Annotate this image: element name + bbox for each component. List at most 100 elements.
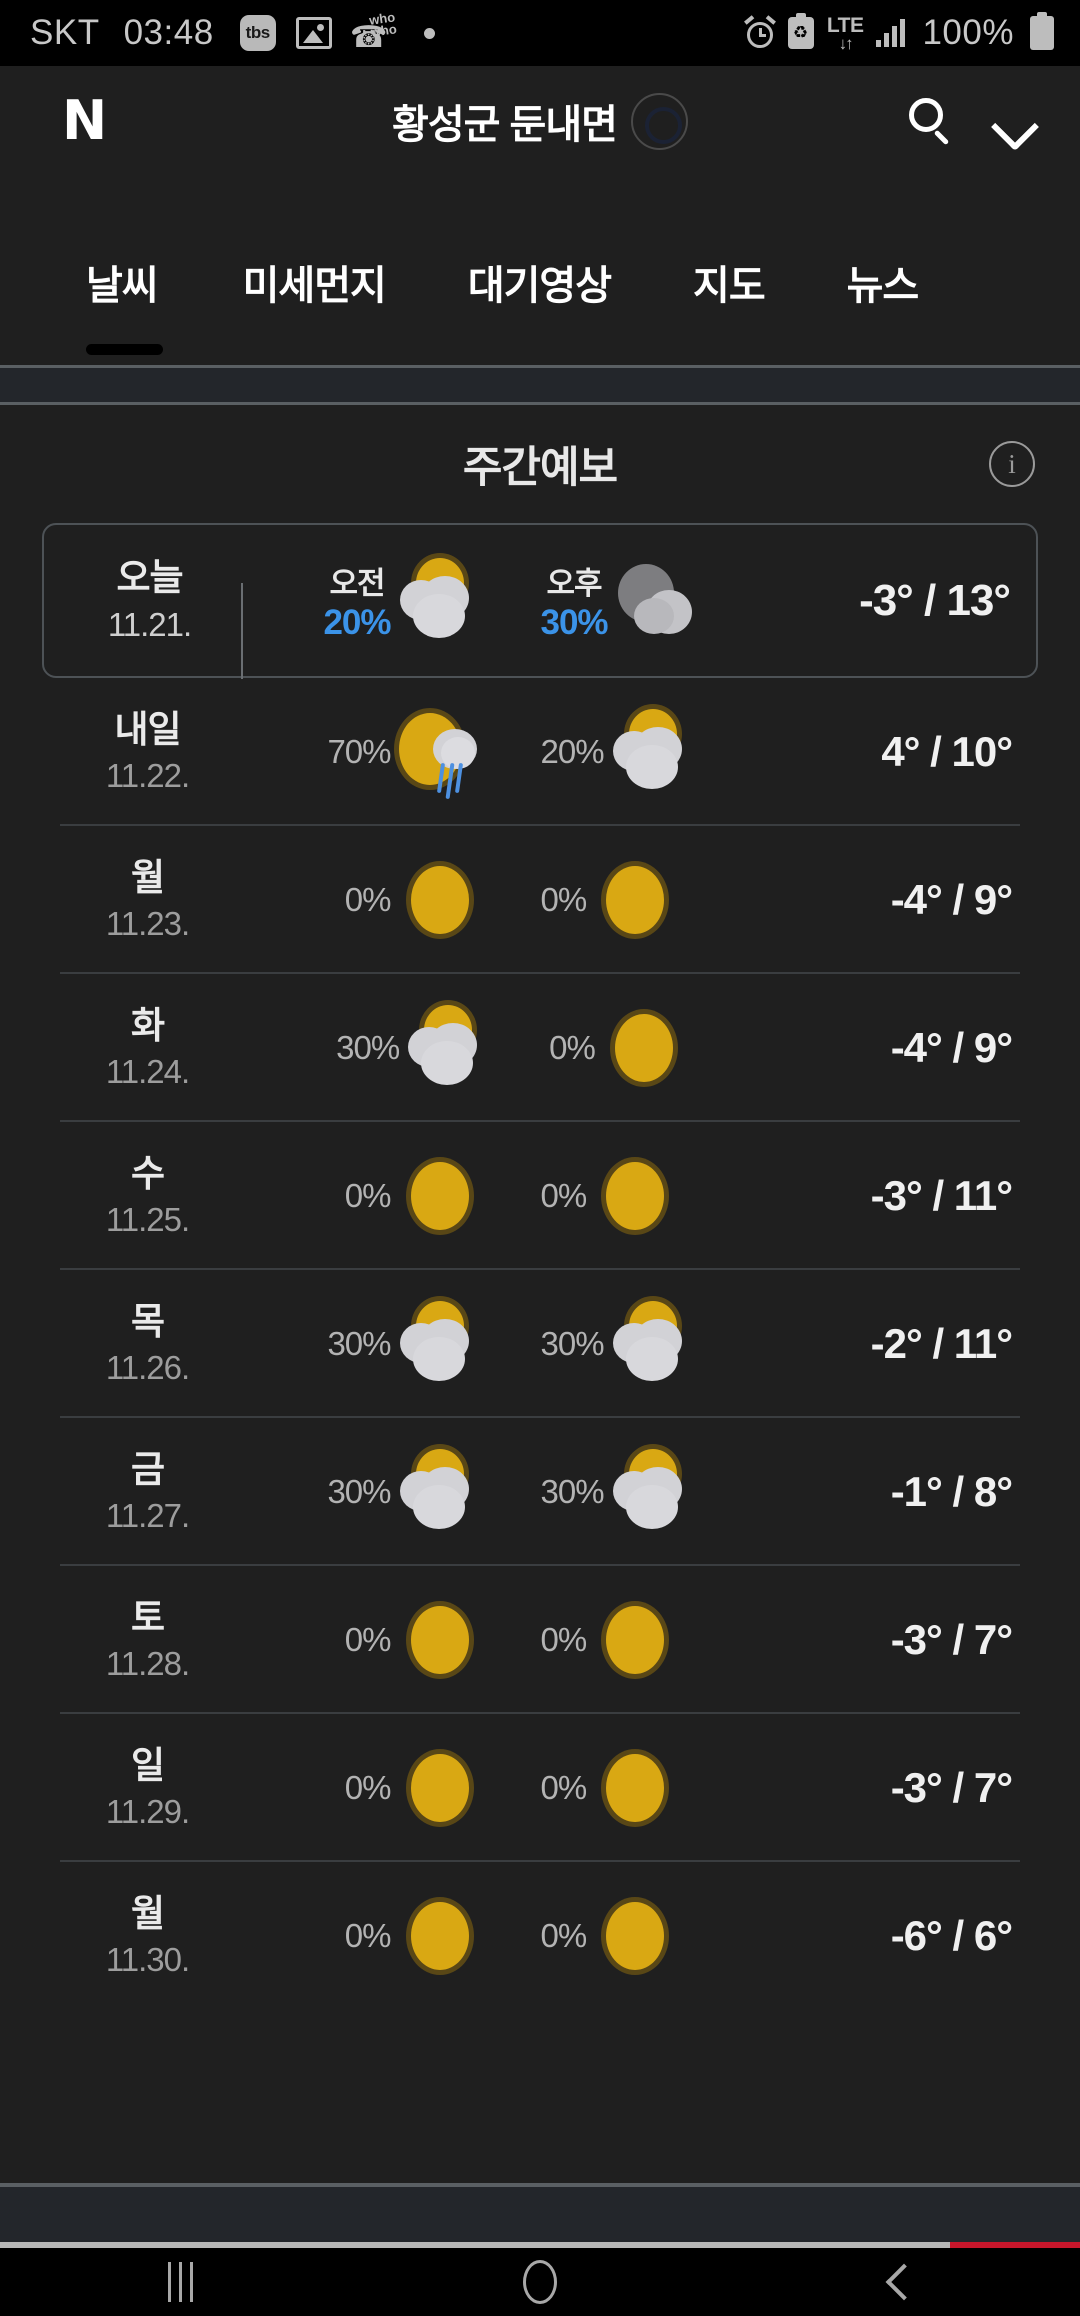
partly-cloudy-icon: [608, 707, 698, 797]
tab-bar: 날씨 미세먼지 대기영상 지도 뉴스: [0, 253, 1080, 363]
battery-icon: [1030, 12, 1054, 50]
day-name: 월: [130, 856, 165, 898]
pm-precipitation: 0%: [540, 1177, 588, 1214]
temperature-range: -2° / 11°: [870, 1320, 1013, 1367]
sunny-icon: [395, 855, 485, 945]
am-precipitation: 0%: [344, 1769, 392, 1806]
weekly-forecast-section: 주간예보 i 오늘 11.21. 오전 20% 오후 30% -3° / 13° 내일 11.2…: [0, 405, 1080, 2105]
temperature-range: -3° / 13°: [859, 575, 1011, 625]
home-icon: [523, 2260, 557, 2304]
day-name: 오늘: [116, 557, 183, 599]
tab-air-imagery[interactable]: 대기영상: [427, 253, 652, 311]
pm-precipitation: 20%: [540, 733, 605, 770]
info-icon[interactable]: i: [989, 441, 1035, 487]
chevron-down-icon[interactable]: [990, 98, 1036, 144]
pm-slot: 20%: [541, 707, 698, 797]
temperature-range: -4° / 9°: [890, 1024, 1013, 1071]
pm-precipitation: 0%: [549, 1029, 596, 1066]
partly-cloudy-icon: [403, 1003, 493, 1093]
signal-icon: [876, 19, 906, 47]
am-precipitation: 70%: [327, 733, 391, 770]
forecast-row[interactable]: 수 11.25. 0% 0% -3° / 11°: [60, 1122, 1020, 1270]
app-header: N 황성군 둔내면: [0, 66, 1080, 176]
search-icon[interactable]: [906, 96, 956, 146]
forecast-conditions-cell: 0% 0%: [235, 855, 790, 945]
pm-slot: 30%: [541, 1299, 698, 1389]
day-date: 11.29.: [105, 1793, 190, 1831]
system-nav-bar: [0, 2248, 1080, 2316]
home-button[interactable]: [480, 2248, 600, 2316]
day-date: 11.25.: [105, 1201, 190, 1239]
forecast-row[interactable]: 화 11.24. 30% 0% -4° / 9°: [60, 974, 1020, 1122]
am-slot: 0%: [345, 1743, 485, 1833]
forecast-conditions-cell: 30% 0%: [235, 1003, 790, 1093]
sunny-icon: [590, 1595, 680, 1685]
day-name: 토: [130, 1596, 165, 1638]
am-slot: 30%: [336, 1003, 493, 1093]
pm-slot: 30%: [541, 1447, 698, 1537]
naver-logo[interactable]: N: [62, 94, 107, 148]
clock-label: 03:48: [123, 13, 214, 52]
day-name: 화: [130, 1004, 165, 1046]
am-slot: 0%: [345, 855, 485, 945]
am-label: 오전: [329, 566, 385, 601]
day-date: 11.26.: [105, 1349, 190, 1387]
am-slot: 0%: [345, 1151, 485, 1241]
forecast-conditions-cell: 0% 0%: [235, 1743, 790, 1833]
battery-percent-label: 100%: [922, 13, 1014, 52]
pm-precipitation: 0%: [540, 881, 588, 918]
sunny-icon: [395, 1151, 485, 1241]
tab-weather[interactable]: 날씨: [86, 253, 202, 355]
forecast-conditions-cell: 30% 30%: [235, 1299, 790, 1389]
carrier-label: SKT: [30, 13, 100, 52]
am-slot: 0%: [345, 1891, 485, 1981]
am-slot: 30%: [327, 1447, 484, 1537]
forecast-row-today[interactable]: 오늘 11.21. 오전 20% 오후 30% -3° / 13°: [42, 523, 1038, 680]
tab-news[interactable]: 뉴스: [806, 253, 960, 311]
partly-cloudy-icon: [395, 556, 485, 646]
forecast-row[interactable]: 토 11.28. 0% 0% -3° / 7°: [60, 1566, 1020, 1714]
forecast-row[interactable]: 목 11.26. 30% 30% -2° / 11°: [60, 1270, 1020, 1418]
tab-fine-dust[interactable]: 미세먼지: [202, 253, 427, 311]
am-slot: 30%: [327, 1299, 484, 1389]
am-precipitation: 0%: [344, 881, 392, 918]
temperature-range: -4° / 9°: [890, 876, 1013, 923]
day-name: 내일: [114, 708, 181, 750]
lte-arrows: ↓↑: [838, 33, 854, 53]
recents-icon: [167, 2262, 193, 2302]
bottom-band: [0, 2187, 1080, 2242]
status-bar-right: ♻ LTE ↓↑ 100%: [743, 12, 1054, 53]
forecast-day-cell: 일 11.29.: [60, 1745, 235, 1832]
today-divider: [241, 583, 243, 680]
am-precipitation: 0%: [344, 1177, 392, 1214]
forecast-day-cell: 오늘 11.21.: [62, 557, 243, 680]
location-circle-icon[interactable]: [630, 92, 688, 150]
pm-label-group: 오후 30%: [540, 558, 609, 643]
pm-precipitation: 0%: [540, 1621, 588, 1658]
sunny-icon: [599, 1003, 689, 1093]
sunny-icon: [590, 1151, 680, 1241]
day-name: 월: [130, 1892, 165, 1934]
forecast-row[interactable]: 금 11.27. 30% 30% -1° / 8°: [60, 1418, 1020, 1566]
whowho-text: who who: [367, 9, 398, 40]
sunny-icon: [590, 1891, 680, 1981]
am-precipitation: 30%: [327, 1325, 391, 1362]
day-name: 일: [130, 1744, 165, 1786]
forecast-row[interactable]: 일 11.29. 0% 0% -3° / 7°: [60, 1714, 1020, 1862]
forecast-row[interactable]: 월 11.30. 0% 0% -6° / 6°: [60, 1862, 1020, 2010]
pm-slot: 0%: [541, 1891, 681, 1981]
day-name: 목: [130, 1300, 165, 1342]
day-date: 11.21.: [107, 605, 192, 643]
pm-slot: 0%: [541, 1151, 681, 1241]
forecast-row[interactable]: 내일 11.22. 70% 20% 4° / 10°: [60, 678, 1020, 826]
back-button[interactable]: [840, 2248, 960, 2316]
am-slot: 0%: [345, 1595, 485, 1685]
pm-slot: 오후 30%: [541, 556, 702, 646]
partly-cloudy-icon: [395, 1299, 485, 1389]
forecast-row[interactable]: 월 11.23. 0% 0% -4° / 9°: [60, 826, 1020, 974]
tab-label: 지도: [693, 264, 766, 308]
tab-map[interactable]: 지도: [652, 253, 806, 311]
recents-button[interactable]: [120, 2248, 240, 2316]
pm-precipitation: 30%: [540, 603, 609, 642]
forecast-conditions-cell: 오전 20% 오후 30%: [237, 556, 788, 646]
